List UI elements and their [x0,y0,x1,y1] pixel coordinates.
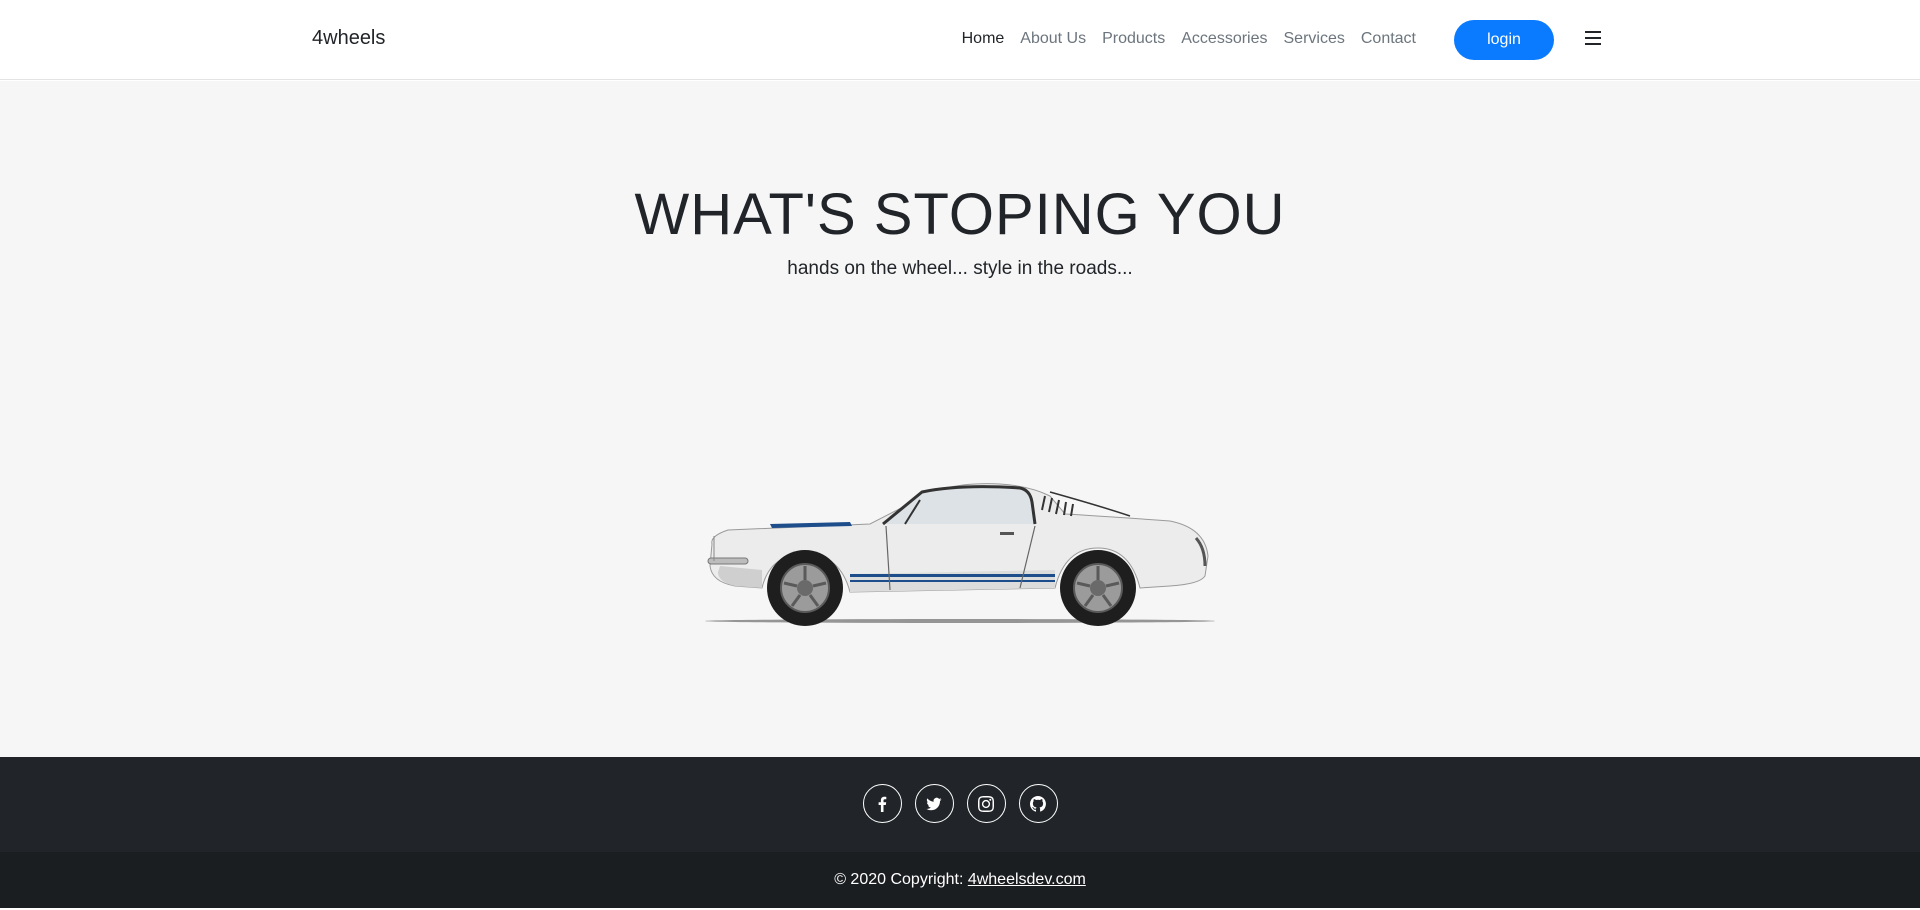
nav-link-accessories[interactable]: Accessories [1173,30,1275,48]
nav-link-contact[interactable]: Contact [1353,30,1424,48]
copyright-text: © 2020 Copyright: [834,871,968,888]
hamburger-icon[interactable] [1585,31,1601,47]
nav-link-products[interactable]: Products [1094,30,1173,48]
hero-subtitle: hands on the wheel... style in the roads… [787,258,1133,279]
nav-links: Home About Us Products Accessories Servi… [954,30,1424,48]
brand-logo[interactable]: 4wheels [312,27,385,50]
footer-social-bar [0,757,1920,852]
hero-section: WHAT'S STOPING YOU hands on the wheel...… [0,81,1920,757]
instagram-icon[interactable] [966,784,1006,823]
social-links [0,784,1920,823]
car-illustration [705,483,1215,626]
facebook-icon[interactable] [862,784,902,823]
nav-link-home[interactable]: Home [954,30,1013,48]
login-button[interactable]: login [1454,20,1554,60]
navbar: 4wheels Home About Us Products Accessori… [0,0,1920,80]
hero-title: WHAT'S STOPING YOU [634,182,1286,247]
nav-link-about-us[interactable]: About Us [1012,30,1094,48]
footer-copyright: © 2020 Copyright: 4wheelsdev.com [0,852,1920,908]
nav-link-services[interactable]: Services [1276,30,1353,48]
copyright-link[interactable]: 4wheelsdev.com [968,871,1086,888]
github-icon[interactable] [1018,784,1058,823]
twitter-icon[interactable] [914,784,954,823]
